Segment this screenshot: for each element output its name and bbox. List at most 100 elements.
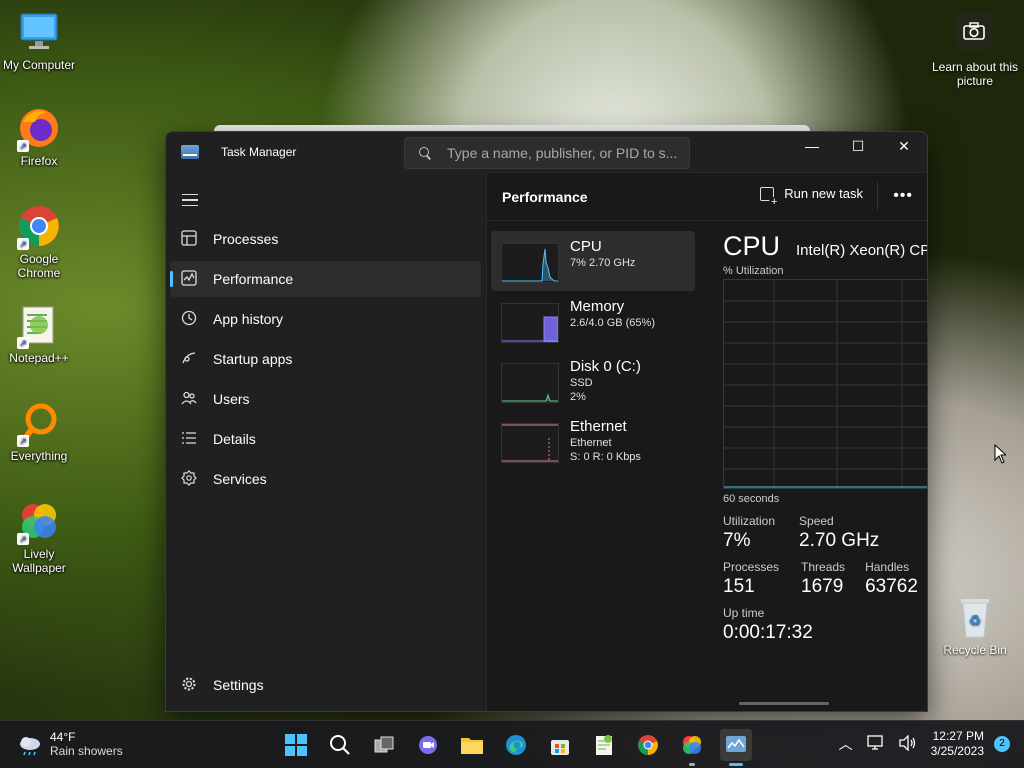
desktop-icon-label: Lively Wallpaper (12, 547, 66, 575)
sidebar-item-settings[interactable]: Settings (170, 667, 481, 703)
desktop-icon-firefox[interactable]: ↗ Firefox (1, 106, 77, 168)
firefox-icon: ↗ (17, 106, 61, 152)
sidebar-item-label: App history (213, 311, 284, 327)
search-box[interactable] (404, 137, 690, 169)
horizontal-scrollbar[interactable] (739, 702, 829, 705)
disk-mini-graph (501, 363, 559, 403)
learn-about-picture-label[interactable]: Learn about this picture (930, 60, 1020, 88)
sidebar-item-app-history[interactable]: App history (170, 301, 481, 337)
sidebar-item-startup-apps[interactable]: Startup apps (170, 341, 481, 377)
cpu-utilization-graph (723, 279, 927, 489)
cpu-model: Intel(R) Xeon(R) CPU (796, 242, 928, 259)
cpu-detail: CPU Intel(R) Xeon(R) CPU % Utilization 6… (723, 231, 927, 652)
desktop-icon-label: Notepad++ (9, 351, 69, 365)
cpu-stats: Utilization 7% Speed 2.70 GHz Processes 151… (723, 514, 927, 652)
sidebar-item-processes[interactable]: Processes (170, 221, 481, 257)
desktop-icon-lively[interactable]: ↗ Lively Wallpaper (1, 499, 77, 575)
mouse-cursor-icon (994, 444, 1006, 464)
settings-nav: Settings (170, 667, 481, 707)
tile-name: CPU (570, 238, 602, 255)
clock-date: 3/25/2023 (930, 744, 984, 758)
minimize-button[interactable]: — (789, 132, 835, 160)
maximize-button[interactable]: ☐ (835, 132, 881, 160)
gear-icon (180, 676, 198, 694)
network-icon[interactable] (866, 734, 885, 754)
chevron-up-icon[interactable]: ︿ (839, 734, 853, 754)
details-icon (180, 430, 198, 448)
run-new-task-label: Run new task (784, 186, 863, 201)
detail-title: CPU (723, 231, 781, 261)
notification-badge[interactable]: 2 (994, 736, 1010, 752)
lively-taskbar-button[interactable] (676, 729, 708, 766)
desktop-icon-everything[interactable]: ↗ Everything (1, 401, 77, 463)
shortcut-arrow-icon: ↗ (17, 435, 29, 447)
performance-icon (180, 270, 198, 288)
start-button[interactable] (280, 729, 312, 761)
title-bar[interactable]: Task Manager — ☐ ✕ (166, 132, 927, 172)
task-manager-taskbar-button[interactable] (720, 729, 752, 766)
page-title: Performance (502, 188, 588, 205)
store-button[interactable] (544, 729, 576, 761)
notepadpp-icon (596, 735, 612, 755)
cpu-mini-graph (501, 243, 559, 283)
main-panel: Performance Run new task ••• CPU 7% 2.70… (486, 172, 927, 711)
desktop-icon-label: Everything (10, 449, 68, 463)
taskbar-search-button[interactable] (324, 729, 356, 761)
edge-button[interactable] (500, 729, 532, 761)
desktop-icon-notepadpp[interactable]: ↗ Notepad++ (1, 303, 77, 365)
tile-name: Ethernet (570, 418, 627, 435)
run-new-task-button[interactable]: Run new task (760, 186, 863, 207)
chrome-taskbar-button[interactable] (632, 729, 664, 761)
utilization-axis-label: % Utilization (723, 265, 784, 277)
task-manager-window: Task Manager — ☐ ✕ Processes Perform (165, 131, 928, 712)
sidebar-item-details[interactable]: Details (170, 421, 481, 457)
run-task-icon (760, 186, 780, 207)
header-divider (877, 182, 878, 210)
shortcut-arrow-icon: ↗ (17, 238, 29, 250)
memory-mini-graph (501, 303, 559, 343)
window-title: Task Manager (221, 145, 297, 159)
sidebar-item-label: Processes (213, 231, 279, 247)
desktop-icon-recycle-bin[interactable]: ♻ Recycle Bin (942, 595, 1008, 657)
everything-search-icon: ↗ (17, 401, 61, 447)
desktop-icon-my-computer[interactable]: My Computer (1, 10, 77, 72)
sidebar-item-performance[interactable]: Performance (170, 261, 481, 297)
sidebar-item-label: Details (213, 431, 256, 447)
taskbar-apps (280, 729, 764, 766)
notepadpp-taskbar-button[interactable] (588, 729, 620, 761)
file-explorer-button[interactable] (456, 729, 488, 761)
sidebar-item-users[interactable]: Users (170, 381, 481, 417)
spotlight-camera-icon[interactable] (955, 12, 993, 50)
chrome-icon (638, 735, 658, 755)
stat-value: 7% (723, 530, 751, 551)
users-icon (180, 390, 198, 408)
services-icon (180, 470, 198, 488)
stat-value: 2.70 GHz (799, 530, 880, 551)
resource-tile-memory[interactable]: Memory 2.6/4.0 GB (65%) (491, 291, 695, 351)
tile-sub: Ethernet (570, 437, 612, 449)
desktop-icon-chrome[interactable]: ↗ Google Chrome (1, 204, 77, 280)
weather-widget[interactable]: 44°F Rain showers (18, 730, 123, 758)
teams-chat-button[interactable] (412, 729, 444, 761)
chrome-icon: ↗ (17, 204, 61, 250)
stat-value: 1679 (801, 576, 844, 597)
resource-tile-ethernet[interactable]: Ethernet Ethernet S: 0 R: 0 Kbps (491, 411, 695, 471)
hamburger-menu-icon[interactable] (182, 194, 198, 206)
more-options-button[interactable]: ••• (893, 187, 913, 205)
ethernet-mini-graph (501, 423, 559, 463)
resource-tile-disk[interactable]: Disk 0 (C:) SSD 2% (491, 351, 695, 411)
clock[interactable]: 12:27 PM 3/25/2023 (931, 729, 984, 759)
stat-value: 0:00:17:32 (723, 622, 813, 643)
time-axis-label: 60 seconds (723, 493, 780, 505)
edge-icon (506, 735, 526, 755)
resource-tile-cpu[interactable]: CPU 7% 2.70 GHz (491, 231, 695, 291)
stat-value: 151 (723, 576, 755, 597)
sidebar-item-label: Startup apps (213, 351, 293, 367)
volume-icon[interactable] (898, 733, 917, 754)
sidebar-item-services[interactable]: Services (170, 461, 481, 497)
search-input[interactable] (447, 145, 677, 161)
task-view-button[interactable] (368, 729, 400, 761)
search-icon (419, 147, 431, 159)
sidebar-item-label: Users (213, 391, 250, 407)
close-button[interactable]: ✕ (881, 132, 927, 160)
